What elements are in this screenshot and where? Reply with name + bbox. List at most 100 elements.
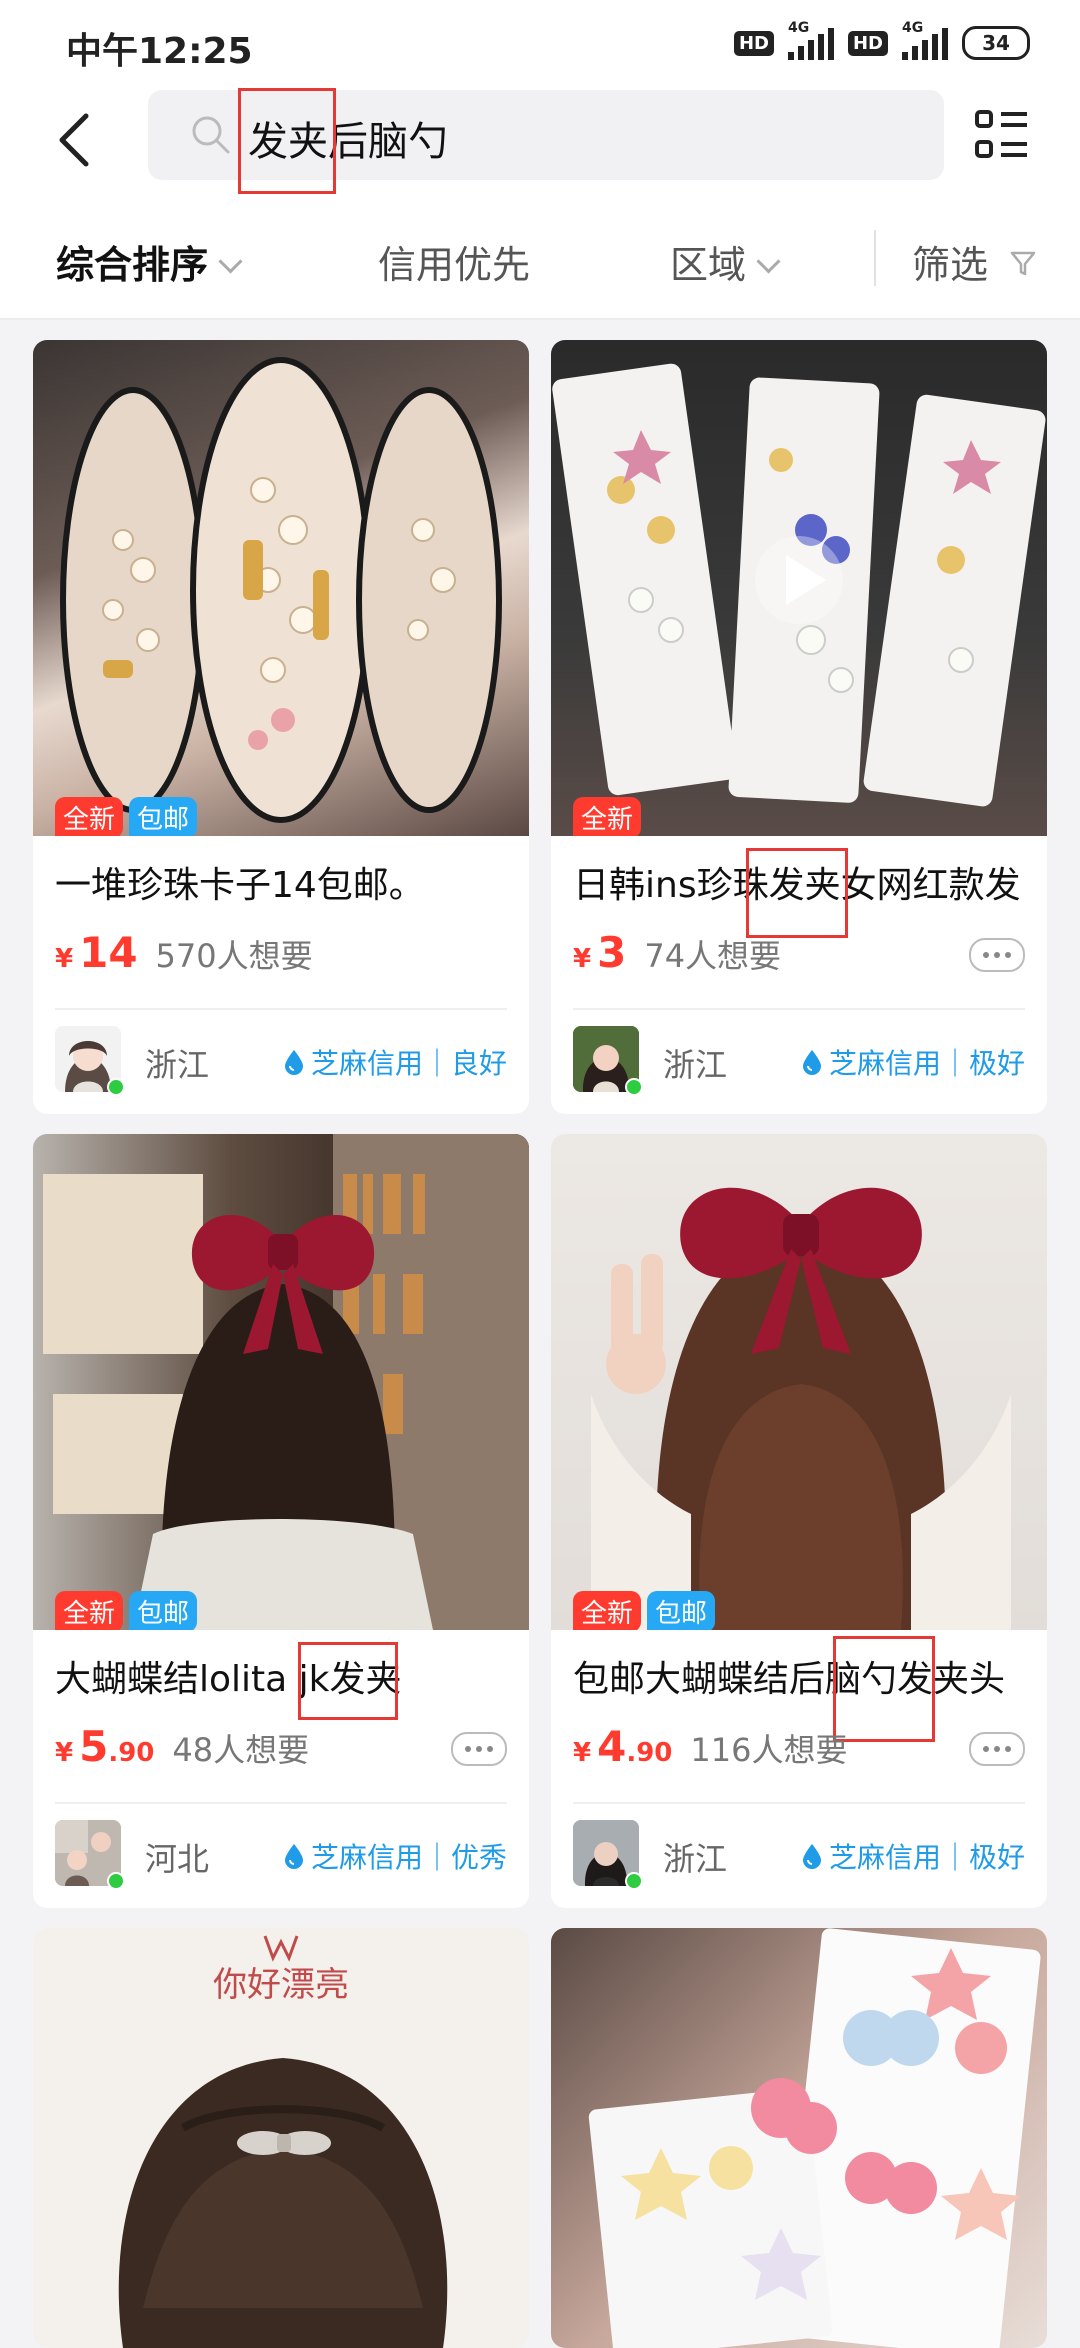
status-bar: 中午12:25 HD 4G HD 4G 34: [0, 0, 1080, 90]
seller-region: 浙江: [663, 1046, 728, 1084]
credit-badge: 芝麻信用｜极好: [801, 1042, 1025, 1082]
sort-comprehensive[interactable]: 综合排序: [56, 234, 243, 289]
highlight-box: [746, 848, 848, 938]
online-dot: [107, 1872, 125, 1890]
divider: [874, 230, 876, 286]
price-row: ¥14 570人想要: [55, 928, 313, 977]
credit-badge: 芝麻信用｜极好: [801, 1836, 1025, 1876]
want-count: 116人想要: [690, 1731, 848, 1769]
credit-text: 芝麻信用｜良好: [310, 1047, 507, 1080]
sort-bar: 综合排序 信用优先 区域 筛选: [0, 200, 1080, 320]
search-header: 发夹后脑勺: [0, 88, 1080, 200]
more-options-icon[interactable]: [451, 1732, 507, 1766]
product-card[interactable]: [551, 1928, 1047, 2348]
highlight-box: [833, 1636, 935, 1742]
short-hair-clip-illustration: 你好漂亮: [118, 1935, 448, 2348]
product-image[interactable]: 全新 包邮: [33, 1134, 529, 1630]
product-card[interactable]: 你好漂亮: [33, 1928, 529, 2348]
chevron-down-icon: [218, 249, 243, 274]
want-count: 48人想要: [172, 1731, 310, 1769]
tag-free-shipping: 包邮: [647, 1591, 716, 1630]
credit-text: 芝麻信用｜极好: [828, 1841, 1025, 1874]
tag-new: 全新: [55, 797, 124, 836]
product-card[interactable]: 全新 包邮 包邮大蝴蝶结后脑勺发夹头 ¥4.90 116人想要 浙江 芝麻信用｜…: [551, 1134, 1047, 1908]
sort-region[interactable]: 区域: [670, 234, 781, 289]
online-dot: [625, 1872, 643, 1890]
product-price: ¥4.90: [573, 1722, 673, 1771]
seller-region: 浙江: [663, 1840, 728, 1878]
product-price: ¥3: [573, 928, 627, 977]
product-title: 大蝴蝶结lolita jk发夹: [55, 1659, 402, 1700]
product-image[interactable]: 全新 包邮: [551, 1134, 1047, 1630]
product-image[interactable]: 全新 包邮: [33, 340, 529, 836]
price-row: ¥5.90 48人想要: [55, 1722, 309, 1771]
product-tags: 全新 包邮: [55, 797, 198, 836]
credit-badge: 芝麻信用｜优秀: [283, 1836, 507, 1876]
want-count: 74人想要: [644, 937, 782, 975]
highlight-box: [298, 1642, 398, 1720]
price-row: ¥3 74人想要: [573, 928, 781, 977]
credit-drop-icon: [284, 1050, 303, 1075]
divider: [55, 1008, 507, 1010]
product-card[interactable]: 全新 包邮 大蝴蝶结lolita jk发夹 ¥5.90 48人想要 河北 芝麻信…: [33, 1134, 529, 1908]
product-card[interactable]: 全新 包邮 一堆珍珠卡子14包邮。 ¥14 570人想要 浙江 芝麻信用｜良好: [33, 340, 529, 1114]
back-icon[interactable]: [50, 110, 100, 170]
credit-drop-icon: [284, 1844, 303, 1869]
tag-free-shipping: 包邮: [129, 1591, 198, 1630]
more-options-icon[interactable]: [969, 1732, 1025, 1766]
online-dot: [625, 1078, 643, 1096]
red-bow-illustration: [43, 1134, 529, 1630]
credit-text: 芝麻信用｜优秀: [310, 1841, 507, 1874]
product-tags: 全新 包邮: [573, 1591, 716, 1630]
product-image[interactable]: 你好漂亮: [33, 1928, 529, 2348]
product-tags: 全新: [573, 797, 642, 836]
tag-new: 全新: [55, 1591, 124, 1630]
divider: [573, 1802, 1025, 1804]
brand-logo-text: 你好漂亮: [213, 1965, 349, 2005]
pearl-clips-illustration: [60, 357, 502, 823]
search-icon: [192, 116, 230, 154]
seller-region: 浙江: [145, 1046, 210, 1084]
seller-row[interactable]: 浙江 芝麻信用｜良好: [55, 1026, 507, 1096]
sort-credit-label: 信用优先: [378, 243, 531, 287]
status-time: 中午12:25: [66, 31, 253, 72]
product-price: ¥14: [55, 928, 138, 977]
credit-text: 芝麻信用｜极好: [828, 1047, 1025, 1080]
highlight-box: [238, 88, 336, 194]
divider: [573, 1008, 1025, 1010]
sort-credit[interactable]: 信用优先: [378, 234, 530, 289]
signal-icon: 4G: [787, 20, 834, 60]
product-image[interactable]: [551, 1928, 1047, 2348]
seller-region: 河北: [145, 1840, 210, 1878]
hd-badge-2: HD: [847, 30, 888, 56]
credit-drop-icon: [802, 1844, 821, 1869]
product-title: 包邮大蝴蝶结后脑勺发夹头: [573, 1659, 1006, 1700]
hd-badge: HD: [733, 30, 774, 56]
seller-row[interactable]: 浙江 芝麻信用｜极好: [573, 1026, 1025, 1096]
price-row: ¥4.90 116人想要: [573, 1722, 847, 1771]
product-price: ¥5.90: [55, 1722, 155, 1771]
credit-drop-icon: [802, 1050, 821, 1075]
gummy-clips-illustration: [588, 1928, 1041, 2348]
sort-region-label: 区域: [670, 243, 747, 287]
sort-comprehensive-label: 综合排序: [56, 243, 209, 287]
status-icons: HD 4G HD 4G 34: [733, 20, 1030, 60]
tag-new: 全新: [573, 797, 642, 836]
product-image[interactable]: 全新: [551, 340, 1047, 836]
online-dot: [107, 1078, 125, 1096]
seller-row[interactable]: 河北 芝麻信用｜优秀: [55, 1820, 507, 1890]
seller-row[interactable]: 浙江 芝麻信用｜极好: [573, 1820, 1025, 1890]
search-input[interactable]: 发夹后脑勺: [148, 88, 944, 194]
divider: [55, 1802, 507, 1804]
signal-icon-2: 4G: [902, 20, 948, 60]
filter-button[interactable]: 筛选: [912, 234, 1036, 289]
red-bow-long-hair-illustration: [591, 1187, 1011, 1630]
more-options-icon[interactable]: [969, 938, 1025, 972]
want-count: 570人想要: [155, 937, 313, 975]
credit-badge: 芝麻信用｜良好: [283, 1042, 507, 1082]
clip-cards-illustration: [552, 363, 1046, 807]
product-tags: 全新 包邮: [55, 1591, 198, 1630]
product-card[interactable]: 全新 日韩ins珍珠发夹女网红款发 ¥3 74人想要 浙江 芝麻信用｜极好: [551, 340, 1047, 1114]
list-view-icon[interactable]: [974, 108, 1030, 164]
tag-new: 全新: [573, 1591, 642, 1630]
